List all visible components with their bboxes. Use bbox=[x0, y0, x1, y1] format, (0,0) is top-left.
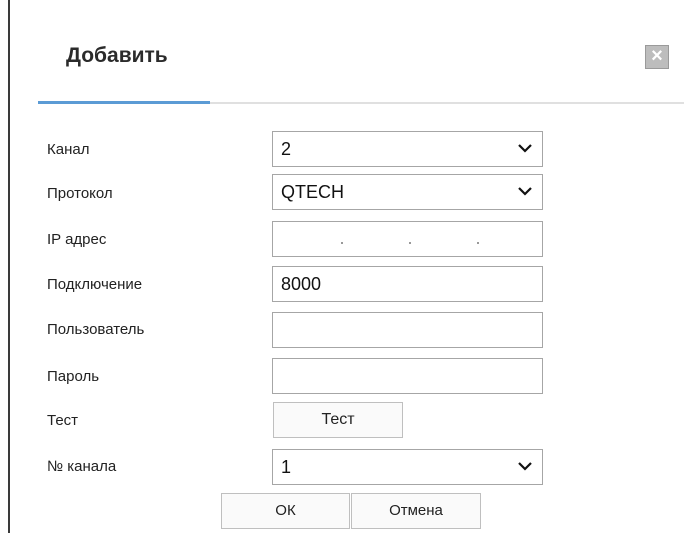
close-icon[interactable]: × bbox=[645, 45, 669, 69]
channel-select[interactable]: 2 bbox=[272, 131, 543, 167]
chevron-down-icon bbox=[518, 144, 532, 153]
test-label: Тест bbox=[47, 412, 79, 429]
user-label: Пользователь bbox=[47, 321, 145, 338]
channel-select-value: 2 bbox=[281, 139, 292, 159]
channel-label: Канал bbox=[47, 141, 90, 158]
channel-no-select-value: 1 bbox=[281, 457, 292, 477]
chevron-down-icon bbox=[518, 462, 532, 471]
ip-dot bbox=[341, 242, 343, 244]
add-device-dialog: Добавить × Канал 2 Протокол QTECH IP адр… bbox=[0, 0, 684, 533]
password-label: Пароль bbox=[47, 368, 100, 385]
protocol-label: Протокол bbox=[47, 185, 113, 202]
ip-dot bbox=[409, 242, 411, 244]
protocol-select-value: QTECH bbox=[281, 182, 344, 202]
dialog-title: Добавить bbox=[66, 44, 168, 67]
ip-label: IP адрес bbox=[47, 231, 107, 248]
port-field[interactable]: 8000 bbox=[272, 266, 543, 302]
port-value: 8000 bbox=[281, 274, 322, 294]
channel-no-label: № канала bbox=[47, 458, 117, 475]
port-label: Подключение bbox=[47, 276, 143, 293]
chevron-down-icon bbox=[518, 187, 532, 196]
test-button[interactable]: Тест bbox=[273, 402, 403, 438]
channel-no-select[interactable]: 1 bbox=[272, 449, 543, 485]
ip-dot bbox=[477, 242, 479, 244]
protocol-select[interactable]: QTECH bbox=[272, 174, 543, 210]
dialog-left-border bbox=[8, 0, 10, 533]
ip-address-field[interactable] bbox=[272, 221, 543, 257]
password-field[interactable] bbox=[272, 358, 543, 394]
ok-button[interactable]: ОК bbox=[221, 493, 350, 529]
user-field[interactable] bbox=[272, 312, 543, 348]
cancel-button[interactable]: Отмена bbox=[351, 493, 481, 529]
active-tab-indicator bbox=[38, 101, 210, 104]
